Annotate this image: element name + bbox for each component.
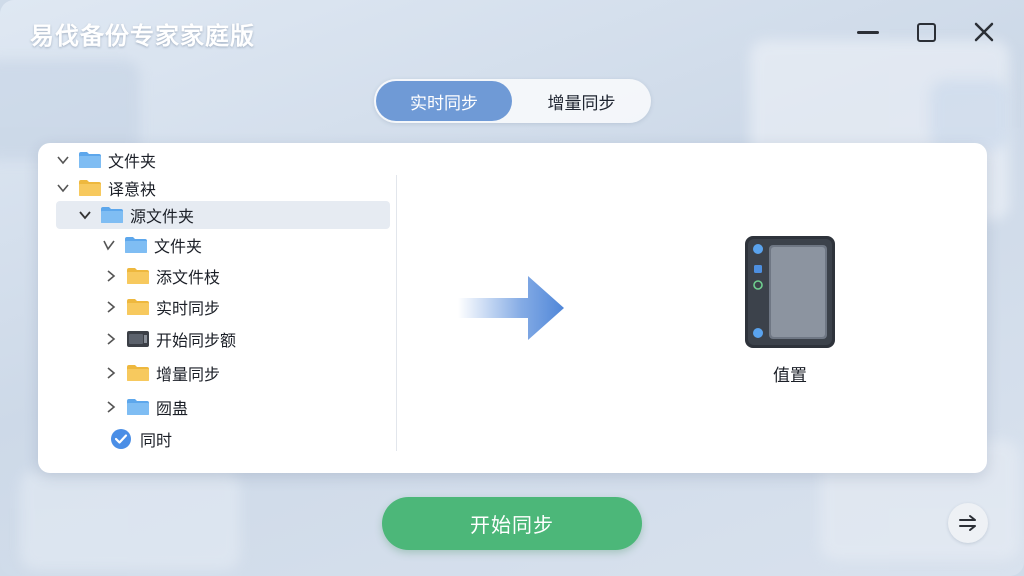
dark-folder-icon	[126, 330, 150, 348]
tree-item-selected[interactable]: 源文件夹	[56, 201, 390, 229]
panel-divider	[396, 175, 397, 451]
tree-item[interactable]: 添文件枝	[102, 262, 220, 290]
folder-icon	[78, 151, 102, 169]
background-decoration	[930, 80, 1010, 150]
tree-item[interactable]: 开始同步额	[102, 325, 236, 353]
tree-item-label: 源文件夹	[130, 207, 195, 226]
close-button[interactable]	[968, 16, 1000, 48]
destination-label[interactable]: 值置	[728, 361, 852, 386]
chevron-right-icon[interactable]	[102, 330, 120, 348]
folder-icon	[126, 398, 150, 416]
maximize-icon	[916, 22, 936, 42]
minimize-button[interactable]	[852, 16, 884, 48]
sync-mode-toggle: 实时同步 增量同步	[374, 79, 651, 123]
tree-item-label: 文件夹	[108, 152, 157, 171]
chevron-right-icon[interactable]	[102, 398, 120, 416]
start-sync-button[interactable]: 开始同步	[382, 497, 642, 550]
tree-item-label: 增量同步	[156, 365, 221, 384]
tree-item-label: 实时同步	[156, 299, 221, 318]
tree-item-label: 开始同步额	[156, 331, 237, 350]
folder-icon	[100, 206, 124, 224]
folder-icon	[126, 298, 150, 316]
tree-item[interactable]: 同时	[110, 425, 172, 453]
tree-item[interactable]: 实时同步	[102, 293, 220, 321]
chevron-down-icon[interactable]	[54, 151, 72, 169]
exit-arrow-icon	[959, 515, 976, 531]
tree-item[interactable]: 文件夹	[54, 146, 156, 174]
folder-icon	[126, 364, 150, 382]
check-circle-icon[interactable]	[110, 428, 132, 450]
sync-arrow-icon	[458, 276, 564, 340]
folder-icon	[126, 267, 150, 285]
tree-item-label: 囫蛊	[156, 399, 189, 418]
tree-item-label: 添文件枝	[156, 268, 221, 287]
background-decoration	[20, 470, 240, 570]
tree-item[interactable]: 文件夹	[100, 231, 202, 259]
tree-item-label: 同时	[140, 431, 173, 450]
app-title: 易伐备份专家家庭版	[30, 22, 255, 50]
sync-panel: 文件夹 译意袂 源文件夹 文件夹 添文件枝 实时同步 开始同步额 增量同步 囫蛊…	[38, 143, 987, 473]
tree-item[interactable]: 囫蛊	[102, 393, 188, 421]
tree-item-label: 文件夹	[154, 237, 203, 256]
folder-icon	[124, 236, 148, 254]
tablet-device-icon	[745, 236, 835, 348]
tab-incremental-sync[interactable]: 增量同步	[514, 81, 649, 121]
tab-realtime-sync[interactable]: 实时同步	[376, 81, 512, 121]
minimize-icon	[857, 30, 879, 34]
maximize-button[interactable]	[910, 16, 942, 48]
tree-item-label: 译意袂	[108, 180, 157, 199]
tree-item[interactable]: 译意袂	[54, 174, 156, 202]
chevron-down-icon[interactable]	[100, 236, 118, 254]
close-icon	[974, 22, 994, 42]
folder-icon	[78, 179, 102, 197]
tree-item[interactable]: 增量同步	[102, 359, 220, 387]
chevron-right-icon[interactable]	[102, 298, 120, 316]
app-window: 易伐备份专家家庭版 实时同步 增量同步 文件夹 译意袂 源文件夹 文件夹 添文件…	[0, 0, 1024, 576]
chevron-right-icon[interactable]	[102, 364, 120, 382]
chevron-right-icon[interactable]	[102, 267, 120, 285]
chevron-down-icon[interactable]	[54, 179, 72, 197]
chevron-down-icon[interactable]	[76, 206, 94, 224]
exit-button[interactable]	[948, 503, 988, 543]
